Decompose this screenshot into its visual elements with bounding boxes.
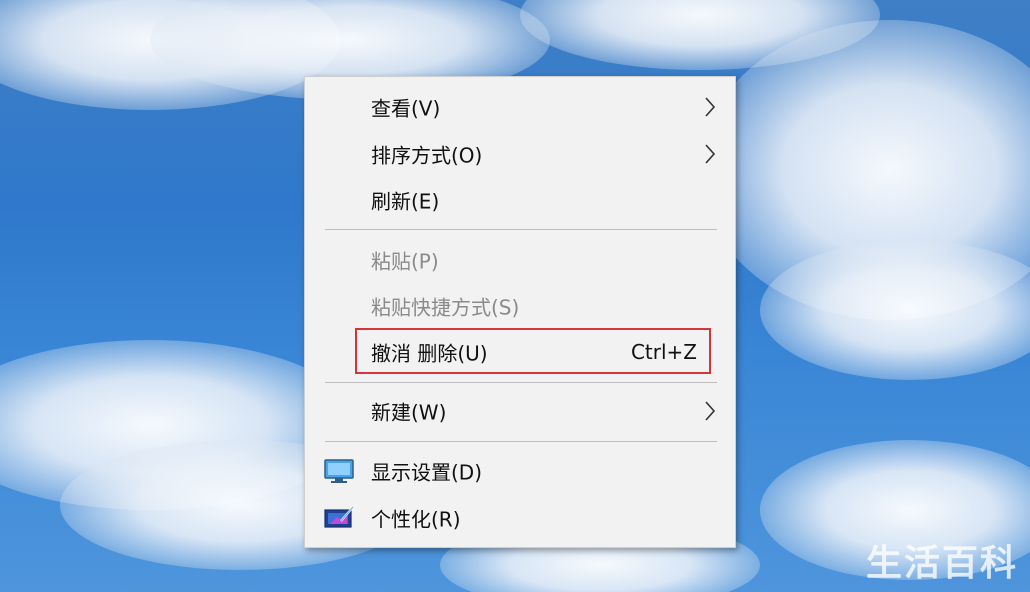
display-settings-icon <box>324 459 354 483</box>
menu-item-paste[interactable]: 粘贴(P) <box>305 238 735 282</box>
chevron-right-icon <box>705 97 716 117</box>
menu-item-label: 显示设置(D) <box>371 460 483 485</box>
menu-item-label: 刷新(E) <box>371 189 440 214</box>
menu-item-paste-shortcut[interactable]: 粘贴快捷方式(S) <box>305 284 735 328</box>
chevron-right-icon <box>705 401 716 421</box>
cloud-decoration <box>760 240 1030 380</box>
menu-item-new[interactable]: 新建(W) <box>305 389 735 433</box>
menu-item-label: 个性化(R) <box>371 507 461 532</box>
menu-separator <box>325 229 717 230</box>
menu-item-refresh[interactable]: 刷新(E) <box>305 178 735 222</box>
menu-separator <box>325 382 717 383</box>
menu-item-label: 粘贴(P) <box>371 249 439 274</box>
menu-item-label: 粘贴快捷方式(S) <box>371 295 520 320</box>
menu-item-label: 新建(W) <box>371 400 447 425</box>
menu-item-personalize[interactable]: 个性化(R) <box>305 496 735 540</box>
menu-separator <box>325 441 717 442</box>
menu-item-sort-by[interactable]: 排序方式(O) <box>305 132 735 176</box>
chevron-right-icon <box>705 144 716 164</box>
desktop-context-menu: 查看(V) 排序方式(O) 刷新(E) 粘贴(P) 粘贴快捷方式(S) 撤消 删… <box>304 76 736 548</box>
desktop-background: 查看(V) 排序方式(O) 刷新(E) 粘贴(P) 粘贴快捷方式(S) 撤消 删… <box>0 0 1030 592</box>
personalize-icon <box>324 506 354 528</box>
highlight-annotation-box <box>355 328 711 374</box>
menu-item-display-settings[interactable]: 显示设置(D) <box>305 449 735 493</box>
menu-item-view[interactable]: 查看(V) <box>305 85 735 129</box>
menu-item-label: 排序方式(O) <box>371 143 483 168</box>
menu-item-label: 查看(V) <box>371 96 441 121</box>
watermark-text: 生活百科 <box>865 543 1018 584</box>
